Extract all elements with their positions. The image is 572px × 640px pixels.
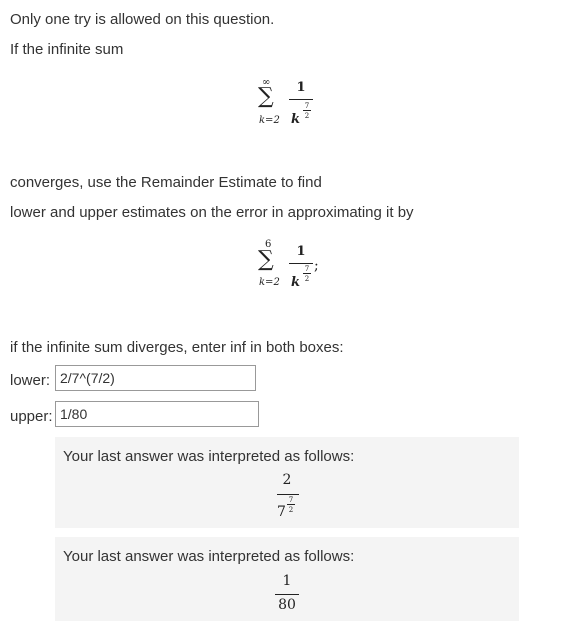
lower-answer-input[interactable]: 2/7^(7/2) — [55, 365, 256, 391]
partial-sum-expression: 6 ∑ k=2 1 k 7 2 ; — [255, 238, 325, 291]
preview-exponent-bar — [287, 504, 295, 505]
fraction-numerator: 1 — [296, 244, 306, 259]
preview-message: Your last answer was interpreted as foll… — [63, 548, 355, 565]
exponent-denominator: 2 — [304, 275, 310, 283]
exponent-numerator: 7 — [304, 102, 310, 110]
preview-fraction: 2 7 7 2 — [273, 472, 303, 522]
error-estimate-instruction: lower and upper estimates on the error i… — [10, 204, 414, 221]
sum-lower-limit: k=2 — [259, 115, 280, 126]
preview-exponent-numerator: 7 — [288, 496, 294, 504]
lower-answer-preview: Your last answer was interpreted as foll… — [55, 437, 519, 528]
preview-numerator: 2 — [282, 472, 292, 488]
preview-fraction-bar — [277, 494, 299, 495]
remainder-instruction: converges, use the Remainder Estimate to… — [10, 174, 322, 191]
preview-numerator: 1 — [282, 573, 292, 589]
preview-exponent-denominator: 2 — [288, 506, 294, 514]
exponent-numerator: 7 — [304, 265, 310, 273]
preview-fraction: 1 80 — [272, 573, 302, 617]
exponent-bar — [303, 273, 311, 274]
one-try-notice: Only one try is allowed on this question… — [10, 11, 275, 28]
fraction-numerator: 1 — [296, 80, 306, 95]
fraction-bar — [289, 263, 313, 264]
question-intro: If the infinite sum — [10, 41, 124, 58]
exponent-bar — [303, 110, 311, 111]
diverges-instruction: if the infinite sum diverges, enter inf … — [10, 339, 344, 356]
preview-denominator-base: 7 — [277, 504, 286, 520]
fraction-bar — [289, 99, 313, 100]
upper-label: upper: — [10, 408, 53, 425]
fraction-denominator-base: k — [291, 112, 301, 127]
trailing-semicolon: ; — [314, 258, 319, 274]
preview-denominator: 80 — [278, 597, 296, 613]
sigma-symbol: ∑ — [258, 247, 274, 272]
upper-answer-input[interactable]: 1/80 — [55, 401, 259, 427]
preview-message: Your last answer was interpreted as foll… — [63, 448, 355, 465]
infinite-sum-expression: ∞ ∑ k=2 1 k 7 2 — [255, 78, 315, 128]
exponent-denominator: 2 — [304, 112, 310, 120]
upper-answer-preview: Your last answer was interpreted as foll… — [55, 537, 519, 621]
lower-label: lower: — [10, 372, 51, 389]
fraction-denominator-base: k — [291, 275, 301, 290]
preview-fraction-bar — [275, 594, 299, 595]
sigma-symbol: ∑ — [258, 84, 274, 109]
sum-lower-limit: k=2 — [259, 277, 280, 288]
